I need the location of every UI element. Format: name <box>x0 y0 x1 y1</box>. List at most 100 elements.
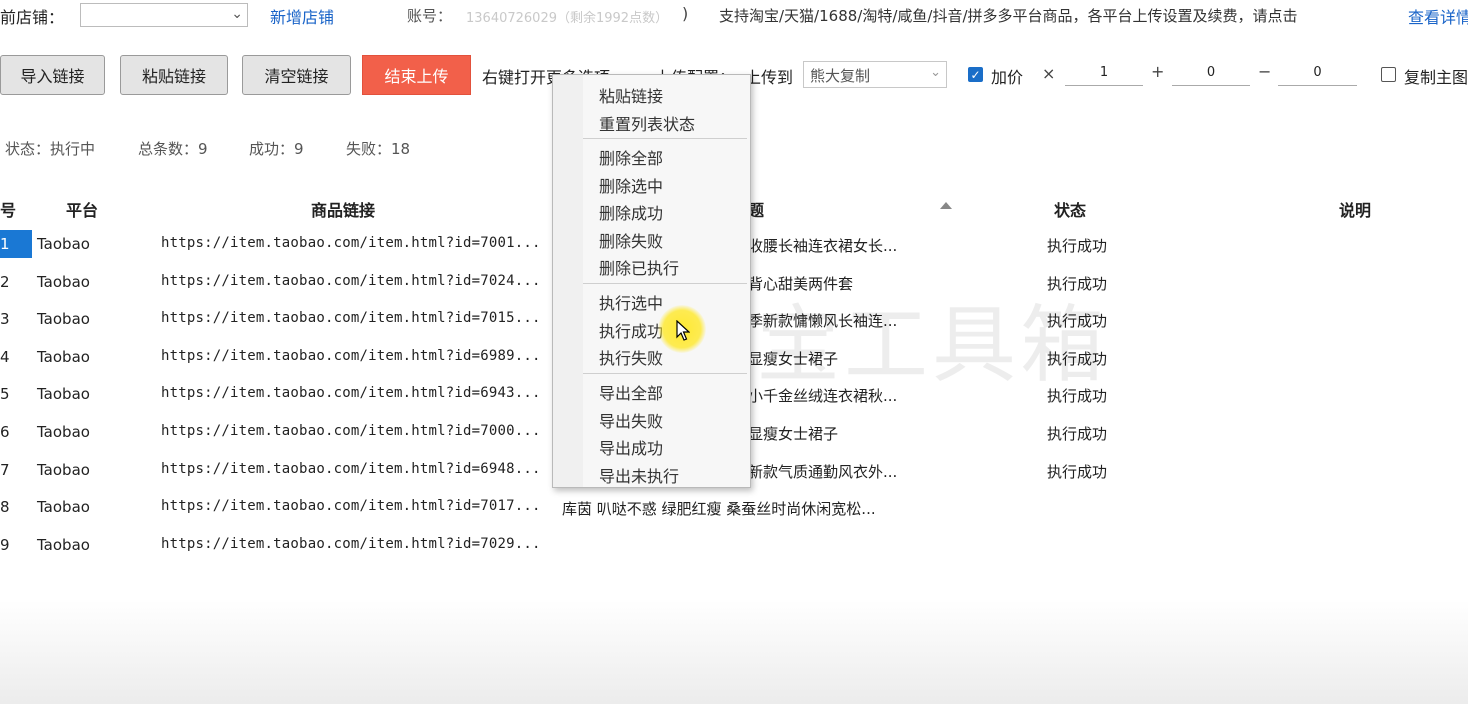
context-menu-item[interactable]: 删除已执行 <box>599 255 679 279</box>
checkmark-icon: ✓ <box>970 67 981 82</box>
add-store-link[interactable]: 新增店铺 <box>270 4 334 28</box>
account-close-paren: ) <box>682 4 689 23</box>
context-menu-item[interactable]: 导出成功 <box>599 435 663 459</box>
paste-links-button[interactable]: 粘贴链接 <box>120 55 228 95</box>
upload-to-label: 上传到 <box>745 68 794 87</box>
row-title: 库茵 叭哒不惑 绿肥红瘦 桑蚕丝时尚休闲宽松... <box>562 500 876 519</box>
multiply-input[interactable] <box>1065 60 1143 86</box>
row-index[interactable]: 8 <box>0 493 32 521</box>
context-menu: 粘贴链接重置列表状态 删除全部删除选中删除成功删除失败删除已执行执行选中执行成功执… <box>552 74 751 488</box>
context-menu-item[interactable]: 删除失败 <box>599 228 663 252</box>
context-menu-item[interactable]: 导出全部 <box>599 380 663 404</box>
menu-divider <box>583 138 747 139</box>
row-platform: Taobao <box>37 460 90 479</box>
row-index[interactable]: 4 <box>0 343 32 371</box>
row-title: 显瘦女士裙子 <box>748 349 839 368</box>
col-header-link[interactable]: 商品链接 <box>311 197 375 221</box>
context-menu-item[interactable]: 执行成功 <box>599 318 663 342</box>
row-title: 背心甜美两件套 <box>748 274 854 293</box>
row-platform: Taobao <box>37 498 90 517</box>
fail-count: 失败：18 <box>346 140 411 158</box>
account-label: 账号： <box>407 7 453 25</box>
row-link: https://item.taobao.com/item.html?id=700… <box>161 423 541 439</box>
row-platform: Taobao <box>37 423 90 441</box>
row-link: https://item.taobao.com/item.html?id=694… <box>161 460 541 477</box>
col-header-platform[interactable]: 平台 <box>66 197 98 221</box>
context-menu-item[interactable]: 执行选中 <box>599 290 663 314</box>
status-text: 状态：执行中 <box>5 140 96 158</box>
multiply-operator: × <box>1042 64 1056 83</box>
copy-main-image-checkbox[interactable] <box>1381 67 1396 82</box>
row-link: https://item.taobao.com/item.html?id=702… <box>161 272 541 289</box>
table-row[interactable]: 8 Taobao https://item.taobao.com/item.html… <box>0 489 1468 526</box>
row-platform: Taobao <box>37 347 90 366</box>
chevron-down-icon: ⌄ <box>930 65 941 80</box>
mouse-pointer-icon <box>676 320 690 341</box>
row-link: https://item.taobao.com/item.html?id=700… <box>161 235 541 251</box>
row-platform: Taobao <box>37 272 90 291</box>
clear-links-button[interactable]: 清空链接 <box>242 55 351 95</box>
upload-target-value: 熊大复制 <box>810 67 871 85</box>
context-menu-item[interactable]: 执行失败 <box>599 345 663 369</box>
menu-divider <box>583 373 747 374</box>
row-index[interactable]: 5 <box>0 380 32 408</box>
col-header-note[interactable]: 说明 <box>1339 197 1371 221</box>
copy-main-image-label: 复制主图 <box>1404 68 1468 87</box>
row-status: 执行成功 <box>1047 237 1108 255</box>
row-title: 显瘦女士裙子 <box>748 425 839 443</box>
row-status: 执行成功 <box>1047 274 1108 293</box>
support-notice: 支持淘宝/天猫/1688/淘特/咸鱼/抖音/拼多多平台商品，各平台上传设置及续费… <box>719 7 1298 25</box>
row-platform: Taobao <box>37 235 90 253</box>
plus-input[interactable] <box>1172 60 1250 86</box>
row-link: https://item.taobao.com/item.html?id=698… <box>161 347 541 364</box>
success-count: 成功：9 <box>249 140 304 158</box>
row-index[interactable]: 3 <box>0 305 32 333</box>
context-menu-item[interactable]: 导出未执行 <box>599 463 679 487</box>
context-menu-item[interactable]: 删除选中 <box>599 173 663 197</box>
context-menu-item[interactable]: 删除全部 <box>599 145 663 169</box>
account-value: 13640726029（剩余1992点数） <box>466 11 669 26</box>
upload-target-select[interactable]: 熊大复制 ⌄ <box>803 61 947 88</box>
row-link: https://item.taobao.com/item.html?id=701… <box>161 498 541 515</box>
store-label: 前店铺： <box>0 8 65 27</box>
row-status: 执行成功 <box>1047 312 1108 331</box>
row-status: 执行成功 <box>1047 349 1108 368</box>
row-index[interactable]: 7 <box>0 456 32 484</box>
row-title: 小千金丝绒连衣裙秋... <box>748 387 898 406</box>
context-menu-item[interactable]: 导出失败 <box>599 408 663 432</box>
row-title: 收腰长袖连衣裙女长... <box>748 237 898 255</box>
chevron-down-icon: ⌄ <box>231 6 243 22</box>
row-index[interactable]: 9 <box>0 531 32 559</box>
total-count: 总条数：9 <box>138 140 208 158</box>
sort-ascending-icon[interactable] <box>940 202 952 209</box>
row-link: https://item.taobao.com/item.html?id=694… <box>161 385 541 402</box>
minus-operator: − <box>1258 62 1272 81</box>
row-status: 执行成功 <box>1047 387 1108 406</box>
col-header-index[interactable]: 号 <box>0 197 16 221</box>
row-title: 新款气质通勤风衣外... <box>748 462 898 481</box>
row-status: 执行成功 <box>1047 425 1108 443</box>
row-platform: Taobao <box>37 385 90 404</box>
markup-label: 加价 <box>991 68 1024 87</box>
view-details-link[interactable]: 查看详情 <box>1408 4 1468 28</box>
menu-divider <box>583 283 747 284</box>
markup-checkbox[interactable]: ✓ <box>968 67 983 82</box>
row-index[interactable]: 1 <box>0 230 32 258</box>
stop-upload-button[interactable]: 结束上传 <box>362 55 471 95</box>
context-menu-item[interactable]: 重置列表状态 <box>599 111 695 135</box>
row-platform: Taobao <box>37 310 90 329</box>
table-row[interactable]: 9 Taobao https://item.taobao.com/item.html… <box>0 527 1468 564</box>
row-index[interactable]: 6 <box>0 418 32 446</box>
row-status: 执行成功 <box>1047 462 1108 481</box>
context-menu-item[interactable]: 删除成功 <box>599 200 663 224</box>
row-title: 季新款慵懒风长袖连... <box>748 312 898 331</box>
minus-input[interactable] <box>1278 60 1357 86</box>
context-menu-item[interactable]: 粘贴链接 <box>599 83 663 107</box>
plus-operator: + <box>1151 62 1165 81</box>
row-index[interactable]: 2 <box>0 268 32 296</box>
col-header-status[interactable]: 状态 <box>1054 197 1086 221</box>
row-link: https://item.taobao.com/item.html?id=701… <box>161 310 541 327</box>
row-platform: Taobao <box>37 535 90 554</box>
import-links-button[interactable]: 导入链接 <box>0 55 105 95</box>
store-select[interactable]: ⌄ <box>80 3 248 27</box>
